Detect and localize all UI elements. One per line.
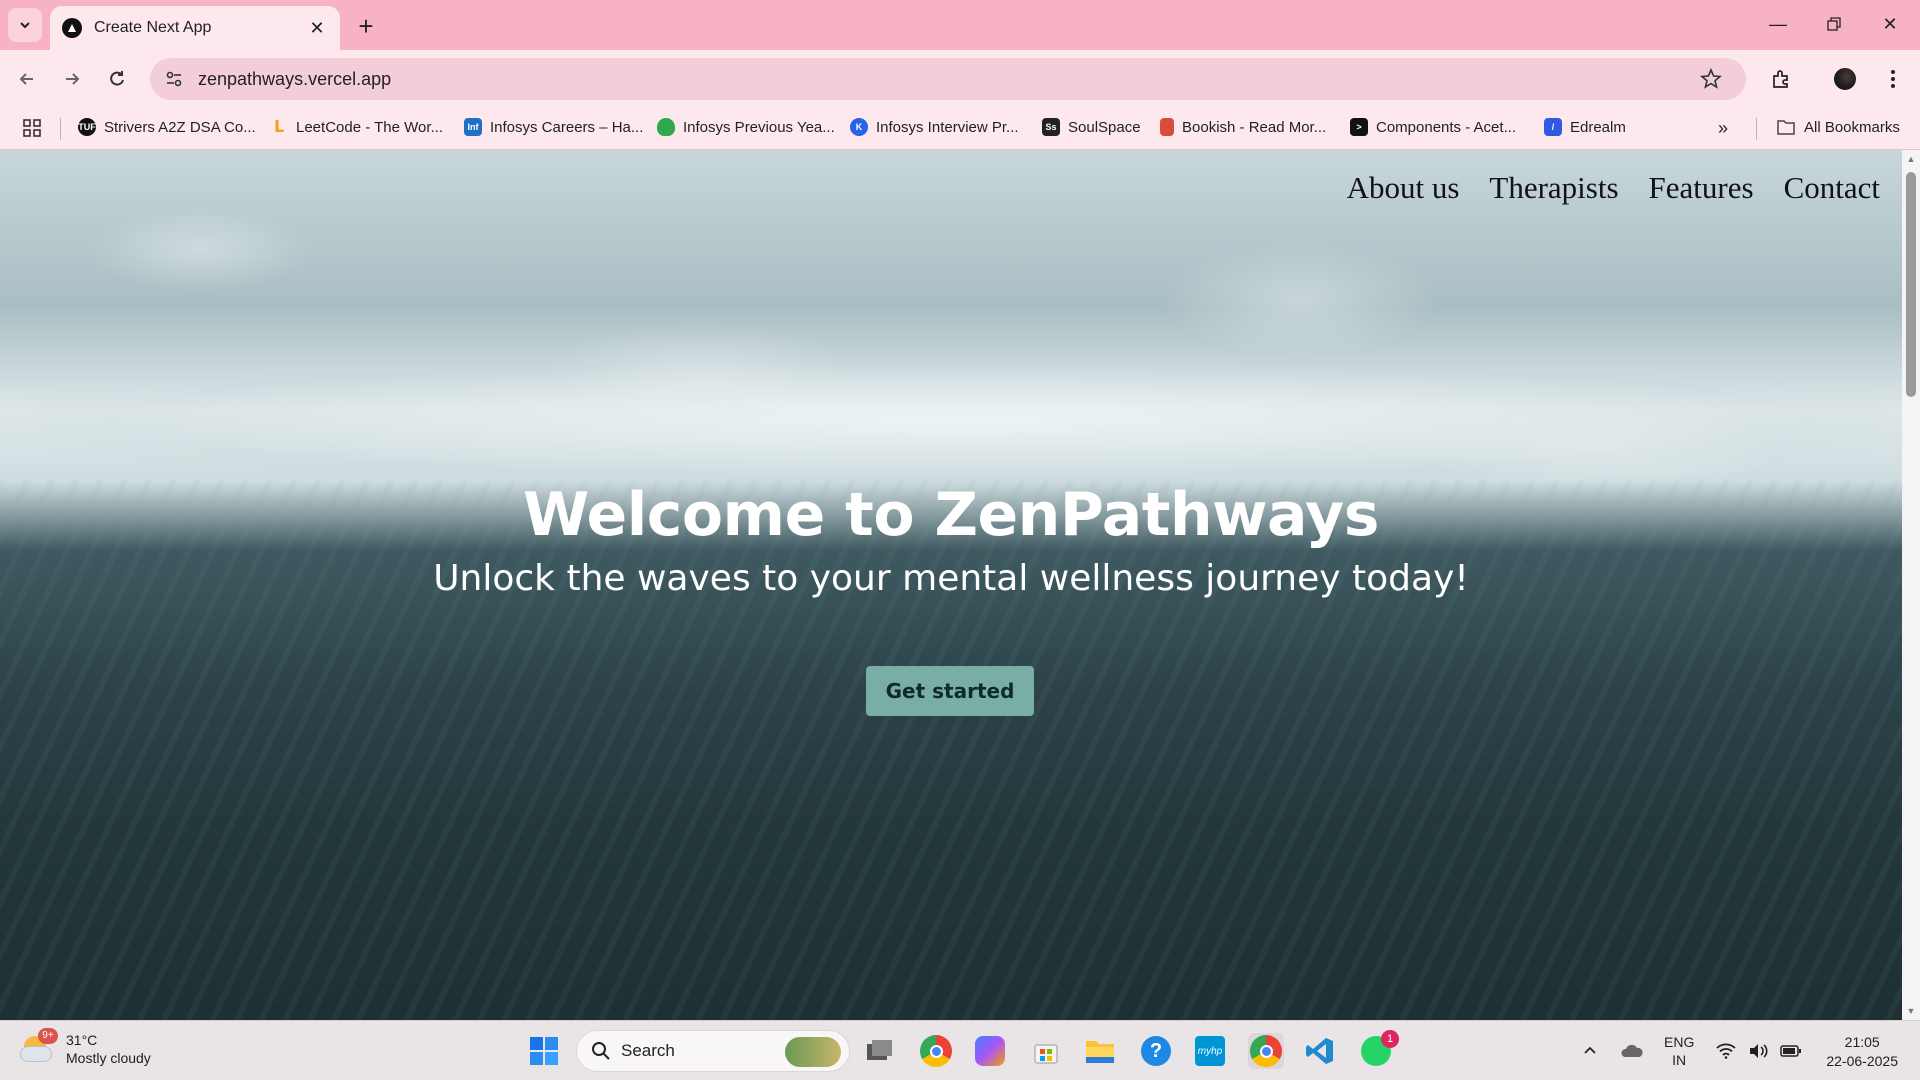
site-nav: About us Therapists Features Contact [1347,170,1880,206]
chevron-up-icon [1584,1046,1596,1054]
leetcode-icon: ᒪ [273,119,285,136]
taskbar: 9+ 31°C Mostly cloudy Search ? myhp 1 EN… [0,1020,1920,1080]
apps-icon[interactable] [22,118,42,138]
back-button[interactable] [10,62,44,96]
weather-widget[interactable]: 9+ 31°C Mostly cloudy [20,1028,151,1067]
search-icon [592,1042,610,1060]
star-icon[interactable] [1700,68,1722,90]
site-settings-icon[interactable] [164,69,184,89]
nav-about-us[interactable]: About us [1347,170,1460,206]
edrealm-icon: / [1544,118,1562,136]
weather-desc: Mostly cloudy [66,1050,151,1066]
all-bookmarks-button[interactable]: All Bookmarks [1776,118,1900,136]
tab-search-button[interactable] [8,8,42,42]
language-indicator[interactable]: ENG IN [1664,1021,1694,1080]
hero-section: About us Therapists Features Contact Wel… [0,150,1902,1020]
hero-title: Welcome to ZenPathways [522,480,1380,550]
bookmark-item[interactable]: > Components - Acet... [1350,118,1516,136]
bookmark-item[interactable]: K Infosys Interview Pr... [850,118,1019,136]
arrow-right-icon [66,73,80,85]
cloud-sun-icon: 9+ [20,1028,58,1066]
infosys-icon: Inf [464,118,482,136]
chevron-down-icon [20,22,30,29]
avatar[interactable] [1828,62,1862,96]
myhp-icon[interactable]: myhp [1192,1033,1228,1069]
shield-icon [657,118,675,136]
whatsapp-icon[interactable]: 1 [1358,1030,1399,1069]
bookmark-item[interactable]: ᒪ LeetCode - The Wor... [270,118,443,137]
url-text: zenpathways.vercel.app [198,68,392,89]
browser-tab[interactable]: Create Next App ✕ [50,6,340,50]
reload-button[interactable] [100,62,134,96]
bookmark-item[interactable]: Infosys Previous Yea... [657,118,835,136]
weather-badge: 9+ [38,1028,58,1044]
arrow-left-icon [19,73,33,85]
nav-contact[interactable]: Contact [1784,170,1880,206]
wifi-icon [1716,1043,1736,1059]
system-tray[interactable] [1716,1021,1802,1080]
divider [60,118,61,140]
clock-time: 21:05 [1844,1034,1880,1050]
bookmarks-bar: TUF Strivers A2Z DSA Co... ᒪ LeetCode - … [0,108,1920,150]
clock-date: 22-06-2025 [1826,1053,1898,1069]
scroll-up-icon[interactable]: ▲ [1906,154,1916,164]
folder-icon [1777,120,1795,135]
store-icon[interactable] [1028,1033,1064,1069]
onedrive-icon[interactable] [1620,1021,1644,1080]
bookmark-item[interactable]: Ss SoulSpace [1042,118,1141,136]
bookmark-item[interactable]: Inf Infosys Careers – Ha... [464,118,643,136]
chrome-icon[interactable] [918,1033,954,1069]
weather-temp: 31°C [66,1032,98,1048]
reload-icon [110,71,124,86]
tab-strip: Create Next App ✕ + — ✕ [0,0,1920,50]
restore-button[interactable] [1812,6,1856,42]
bookmark-icon [1160,118,1174,136]
windows-start-icon[interactable] [526,1033,562,1069]
vercel-icon [62,18,82,38]
scroll-thumb[interactable] [1906,172,1916,397]
minimize-button[interactable]: — [1756,6,1800,42]
help-icon[interactable]: ? [1138,1033,1174,1069]
bookmark-item[interactable]: TUF Strivers A2Z DSA Co... [78,118,256,136]
task-view-icon[interactable] [862,1033,898,1069]
hero-subtitle: Unlock the waves to your mental wellness… [433,558,1469,599]
new-tab-button[interactable]: + [352,11,380,41]
clock[interactable]: 21:05 22-06-2025 [1826,1033,1898,1071]
copilot-icon[interactable] [972,1033,1008,1069]
extensions-icon[interactable] [1764,62,1798,96]
nav-therapists[interactable]: Therapists [1489,170,1618,206]
forward-button[interactable] [55,62,89,96]
bookmark-item[interactable]: Bookish - Read Mor... [1160,118,1326,136]
show-hidden-icons[interactable] [1582,1021,1598,1080]
nav-features[interactable]: Features [1649,170,1754,206]
chrome-active-icon[interactable] [1248,1033,1284,1069]
get-started-button[interactable]: Get started [866,666,1034,716]
more-bookmarks-button[interactable]: » [1718,118,1728,139]
tab-title: Create Next App [94,19,212,36]
page-scrollbar[interactable]: ▲ ▼ [1902,150,1920,1020]
tuf-icon: TUF [78,118,96,136]
scroll-down-icon[interactable]: ▼ [1906,1006,1916,1016]
menu-icon[interactable] [1876,62,1910,96]
battery-icon [1780,1045,1801,1057]
close-window-button[interactable]: ✕ [1868,6,1912,42]
ss-icon: Ss [1042,118,1060,136]
divider [1756,118,1757,140]
restore-icon [1827,17,1841,31]
close-icon[interactable]: ✕ [306,17,328,39]
vscode-icon[interactable] [1302,1033,1338,1069]
whatsapp-badge: 1 [1381,1030,1399,1048]
wave-foam [0,350,1902,490]
taskbar-search[interactable]: Search [576,1030,850,1072]
volume-icon [1750,1044,1768,1058]
bookmark-item[interactable]: / Edrealm [1544,118,1626,136]
aceternity-icon: > [1350,118,1368,136]
file-explorer-icon[interactable] [1082,1033,1118,1069]
k-icon: K [850,118,868,136]
address-bar[interactable]: zenpathways.vercel.app [150,58,1746,100]
search-highlight-icon [785,1037,841,1067]
